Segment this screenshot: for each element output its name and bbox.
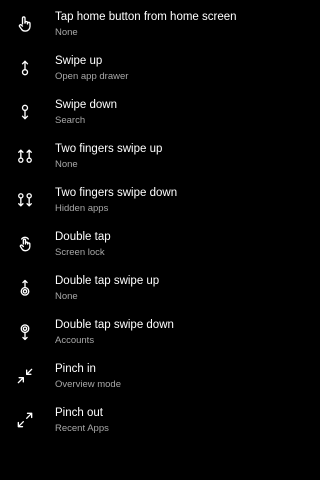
gesture-row-pinch-in[interactable]: Pinch in Overview mode [0, 354, 270, 398]
two-finger-swipe-up-icon [13, 144, 37, 168]
gesture-row-double-tap-swipe-down[interactable]: Double tap swipe down Accounts [0, 310, 270, 354]
gesture-row-swipe-up[interactable]: Swipe up Open app drawer [0, 46, 270, 90]
pinch-out-icon [13, 408, 37, 432]
two-finger-swipe-down-icon [13, 188, 37, 212]
tap-hand-icon [13, 12, 37, 36]
gesture-title: Double tap swipe up [55, 275, 160, 287]
gesture-action: None [55, 159, 78, 170]
gesture-row-double-tap-swipe-up[interactable]: Double tap swipe up None [0, 266, 270, 310]
gesture-row-swipe-down[interactable]: Swipe down Search [0, 90, 270, 134]
gesture-action: Accounts [55, 335, 95, 346]
gesture-row-double-tap[interactable]: Double tap Screen lock [0, 222, 270, 266]
gesture-title: Tap home button from home screen [55, 11, 237, 23]
pinch-in-icon [13, 364, 37, 388]
gesture-row-two-fingers-up[interactable]: Two fingers swipe up None [0, 134, 270, 178]
gesture-title: Pinch out [55, 407, 103, 419]
swipe-down-icon [13, 100, 37, 124]
gesture-row-tap-home[interactable]: Tap home button from home screen None [0, 2, 270, 46]
double-tap-swipe-down-icon [13, 320, 37, 344]
gesture-action: Screen lock [55, 247, 105, 258]
gesture-title: Two fingers swipe down [55, 187, 178, 199]
gesture-title: Two fingers swipe up [55, 143, 163, 155]
double-tap-swipe-up-icon [13, 276, 37, 300]
gesture-action: Overview mode [55, 379, 121, 390]
gesture-row-two-fingers-down[interactable]: Two fingers swipe down Hidden apps [0, 178, 270, 222]
double-tap-icon [13, 232, 37, 256]
gesture-title: Swipe up [55, 55, 103, 67]
swipe-up-icon [13, 56, 37, 80]
gesture-action: None [55, 27, 78, 38]
gesture-title: Swipe down [55, 99, 118, 111]
gesture-action: Recent Apps [55, 423, 109, 434]
gesture-title: Double tap [55, 231, 111, 243]
gesture-action: Hidden apps [55, 203, 109, 214]
gesture-action: None [55, 291, 78, 302]
gesture-row-pinch-out[interactable]: Pinch out Recent Apps [0, 398, 270, 442]
gesture-title: Pinch in [55, 363, 96, 375]
gesture-action: Search [55, 115, 86, 126]
gesture-title: Double tap swipe down [55, 319, 174, 331]
gesture-action: Open app drawer [55, 71, 129, 82]
